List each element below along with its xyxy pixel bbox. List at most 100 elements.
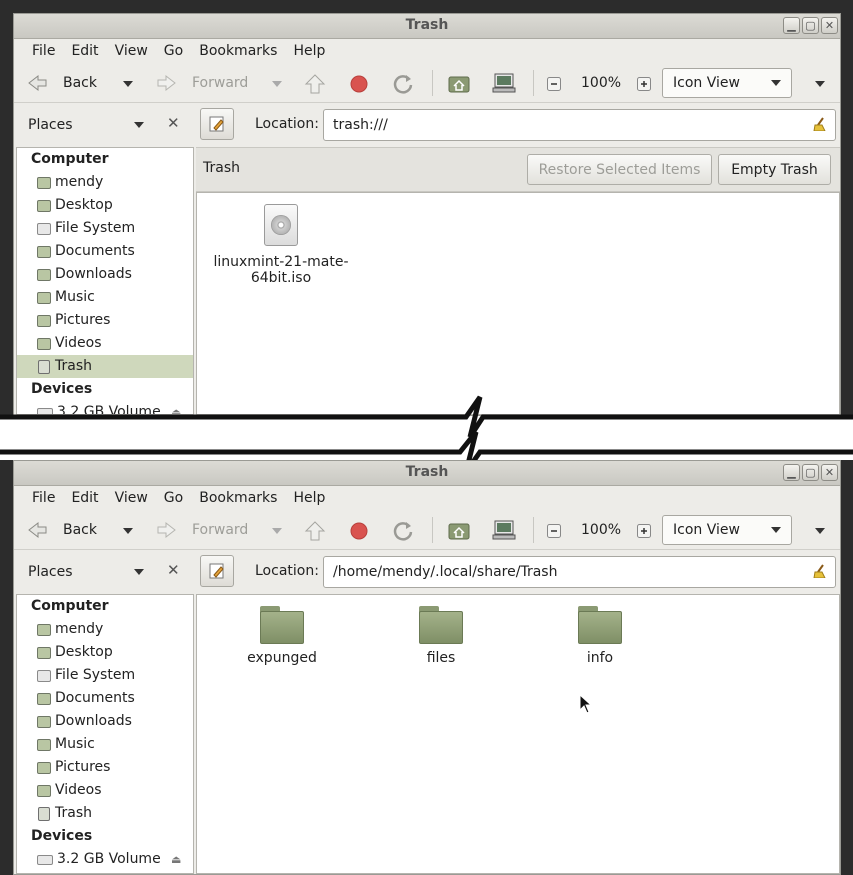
- clear-location-icon[interactable]: [813, 117, 827, 131]
- menu-go[interactable]: Go: [156, 43, 191, 59]
- zoom-out-icon[interactable]: [547, 77, 561, 91]
- reload-icon[interactable]: [392, 520, 414, 542]
- sidebar-item-mendy[interactable]: mendy: [17, 618, 193, 641]
- zoom-in-icon[interactable]: [637, 524, 651, 538]
- home-folder-icon[interactable]: [448, 520, 470, 540]
- menu-help[interactable]: Help: [285, 490, 333, 506]
- stop-icon[interactable]: [349, 521, 369, 541]
- folder-item-files[interactable]: files: [391, 606, 491, 666]
- empty-trash-button[interactable]: Empty Trash: [718, 154, 831, 185]
- sidebar-item-mendy[interactable]: mendy: [17, 171, 193, 194]
- sidebar-item-documents[interactable]: Documents: [17, 687, 193, 710]
- places-label[interactable]: Places: [28, 117, 73, 133]
- view-mode-label: Icon View: [673, 75, 740, 91]
- chevron-down-icon: [771, 80, 781, 86]
- folder-name: expunged: [247, 650, 317, 666]
- sidebar-item-music[interactable]: Music: [17, 286, 193, 309]
- menu-file[interactable]: File: [24, 43, 63, 59]
- sidebar-item-videos[interactable]: Videos: [17, 332, 193, 355]
- videos-folder-icon: [37, 337, 51, 350]
- sidebar-item-downloads[interactable]: Downloads: [17, 710, 193, 733]
- forward-button[interactable]: Forward: [156, 511, 248, 549]
- menu-bookmarks[interactable]: Bookmarks: [191, 490, 285, 506]
- toggle-location-edit-button[interactable]: [200, 108, 234, 140]
- toolbar-overflow-menu[interactable]: [815, 81, 825, 87]
- location-input[interactable]: trash:///: [323, 109, 836, 141]
- menu-edit[interactable]: Edit: [63, 43, 106, 59]
- location-input[interactable]: /home/mendy/.local/share/Trash: [323, 556, 836, 588]
- stop-icon[interactable]: [349, 74, 369, 94]
- sidebar-item-desktop[interactable]: Desktop: [17, 641, 193, 664]
- sidebar-item-pictures[interactable]: Pictures: [17, 756, 193, 779]
- trash-icon: [38, 806, 50, 821]
- places-label[interactable]: Places: [28, 564, 73, 580]
- maximize-button[interactable]: ▢: [802, 17, 819, 34]
- reload-icon[interactable]: [392, 73, 414, 95]
- back-history-dropdown[interactable]: [123, 528, 133, 534]
- eject-icon[interactable]: ⏏: [171, 848, 181, 871]
- desktop-folder-icon: [37, 646, 51, 659]
- sidebar-item-downloads[interactable]: Downloads: [17, 263, 193, 286]
- minimize-button[interactable]: ▁: [783, 17, 800, 34]
- computer-icon[interactable]: [492, 72, 516, 94]
- back-button[interactable]: Back: [26, 511, 97, 549]
- sidebar-item-desktop[interactable]: Desktop: [17, 194, 193, 217]
- up-arrow-icon[interactable]: [304, 73, 326, 95]
- sidebar-item-trash[interactable]: Trash: [17, 802, 193, 825]
- menu-help[interactable]: Help: [285, 43, 333, 59]
- sidebar-item-file-system[interactable]: File System: [17, 664, 193, 687]
- zoom-in-icon[interactable]: [637, 77, 651, 91]
- title-bar[interactable]: Trash ▁ ▢ ✕: [14, 461, 840, 486]
- forward-history-dropdown[interactable]: [272, 81, 282, 87]
- sidebar-item-pictures[interactable]: Pictures: [17, 309, 193, 332]
- sidebar-header: Places ✕: [14, 102, 194, 147]
- zoom-out-icon[interactable]: [547, 524, 561, 538]
- folder-item-expunged[interactable]: expunged: [232, 606, 332, 666]
- toolbar-overflow-menu[interactable]: [815, 528, 825, 534]
- back-label: Back: [63, 522, 97, 538]
- sidebar-item-file-system[interactable]: File System: [17, 217, 193, 240]
- zoom-level[interactable]: 100%: [581, 511, 621, 549]
- maximize-button[interactable]: ▢: [802, 464, 819, 481]
- menu-bookmarks[interactable]: Bookmarks: [191, 43, 285, 59]
- close-button[interactable]: ✕: [821, 464, 838, 481]
- menu-view[interactable]: View: [107, 43, 156, 59]
- places-dropdown[interactable]: [134, 122, 144, 128]
- forward-button[interactable]: Forward: [156, 64, 248, 102]
- sidebar-item-trash[interactable]: Trash: [17, 355, 193, 378]
- view-mode-select[interactable]: Icon View: [662, 68, 792, 98]
- home-folder-icon[interactable]: [448, 73, 470, 93]
- chevron-down-icon: [771, 527, 781, 533]
- file-item[interactable]: linuxmint-21-mate- 64bit.iso: [207, 204, 355, 286]
- folder-icon: [419, 606, 463, 644]
- filesystem-icon: [37, 669, 51, 682]
- sidebar-item-volume[interactable]: 3.2 GB Volume ⏏: [17, 848, 193, 871]
- up-arrow-icon[interactable]: [304, 520, 326, 542]
- menu-file[interactable]: File: [24, 490, 63, 506]
- close-button[interactable]: ✕: [821, 17, 838, 34]
- close-sidebar-icon[interactable]: ✕: [167, 114, 180, 132]
- menu-go[interactable]: Go: [156, 490, 191, 506]
- menu-edit[interactable]: Edit: [63, 490, 106, 506]
- clear-location-icon[interactable]: [813, 564, 827, 578]
- sidebar-item-music[interactable]: Music: [17, 733, 193, 756]
- sidebar-item-documents[interactable]: Documents: [17, 240, 193, 263]
- restore-selected-button[interactable]: Restore Selected Items: [527, 154, 712, 185]
- minimize-button[interactable]: ▁: [783, 464, 800, 481]
- view-mode-select[interactable]: Icon View: [662, 515, 792, 545]
- title-bar[interactable]: Trash ▁ ▢ ✕: [14, 14, 840, 39]
- back-label: Back: [63, 75, 97, 91]
- folder-item-info[interactable]: info: [550, 606, 650, 666]
- places-sidebar: Computer mendy Desktop File System Docum…: [16, 594, 194, 874]
- back-button[interactable]: Back: [26, 64, 97, 102]
- videos-folder-icon: [37, 784, 51, 797]
- computer-icon[interactable]: [492, 519, 516, 541]
- places-dropdown[interactable]: [134, 569, 144, 575]
- toggle-location-edit-button[interactable]: [200, 555, 234, 587]
- menu-view[interactable]: View: [107, 490, 156, 506]
- sidebar-item-videos[interactable]: Videos: [17, 779, 193, 802]
- zoom-level[interactable]: 100%: [581, 64, 621, 102]
- close-sidebar-icon[interactable]: ✕: [167, 561, 180, 579]
- back-history-dropdown[interactable]: [123, 81, 133, 87]
- forward-history-dropdown[interactable]: [272, 528, 282, 534]
